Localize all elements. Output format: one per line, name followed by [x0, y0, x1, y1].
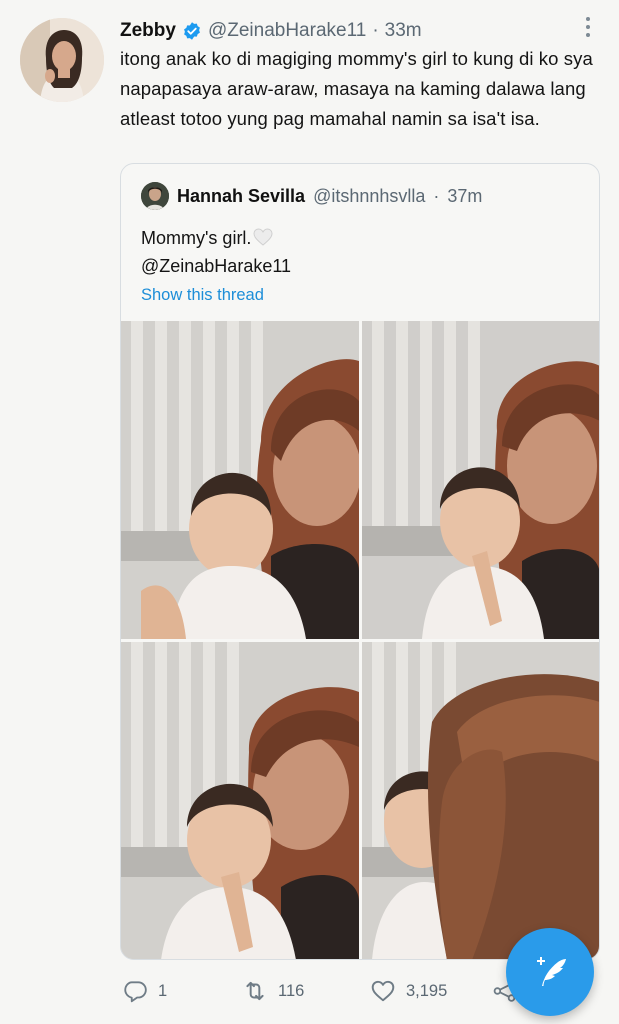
quoted-author-avatar	[141, 182, 169, 210]
retweet-icon	[246, 981, 264, 1001]
author-name[interactable]: Zebby	[120, 20, 176, 42]
photo-4[interactable]	[362, 642, 599, 959]
author-handle[interactable]: @ZeinabHarake11	[208, 20, 366, 42]
tweet-header: Zebby @ZeinabHarake11 · 33m	[120, 16, 422, 46]
tweet-time[interactable]: 33m	[385, 20, 422, 42]
quoted-author-handle: @itshnnhsvlla	[313, 185, 426, 206]
tweet-text: itong anak ko di magiging mommy's girl t…	[120, 48, 593, 129]
photo-1[interactable]	[121, 321, 359, 639]
compose-tweet-button[interactable]	[506, 928, 594, 1016]
separator-dot: ·	[372, 20, 379, 41]
white-heart-emoji-icon	[253, 226, 273, 246]
author-avatar[interactable]	[20, 18, 104, 102]
photo-2[interactable]	[362, 321, 599, 639]
quoted-tweet-text-line: Mommy's girl.	[141, 224, 273, 252]
retweet-count: 116	[278, 981, 305, 1000]
heart-icon	[371, 980, 395, 1002]
show-thread-link[interactable]: Show this thread	[141, 283, 264, 307]
like-button[interactable]: 3,195	[370, 974, 447, 1008]
compose-tweet-icon	[537, 957, 566, 986]
reply-icon	[124, 981, 147, 1003]
quoted-tweet-header: Hannah Sevilla @itshnnhsvlla · 37m	[141, 181, 482, 211]
quoted-tweet-text: Mommy's girl.	[141, 228, 252, 248]
quoted-tweet[interactable]: Hannah Sevilla @itshnnhsvlla · 37m Mommy…	[120, 163, 600, 960]
quoted-separator-dot: ·	[433, 185, 440, 206]
tweet[interactable]: Zebby @ZeinabHarake11 · 33m itong anak k…	[0, 0, 619, 1024]
more-vertical-icon[interactable]	[578, 14, 598, 40]
reply-button[interactable]: 1	[122, 974, 167, 1008]
quoted-author-name: Hannah Sevilla	[177, 185, 306, 206]
verified-badge-icon	[182, 21, 202, 41]
photo-3[interactable]	[121, 642, 359, 959]
reply-count: 1	[158, 981, 168, 1000]
retweet-button[interactable]: 116	[242, 974, 304, 1008]
quoted-tweet-time: 37m	[447, 185, 483, 206]
quoted-tweet-mention[interactable]: @ZeinabHarake11	[141, 252, 291, 280]
like-count: 3,195	[406, 981, 448, 1000]
photo-grid	[121, 321, 599, 959]
